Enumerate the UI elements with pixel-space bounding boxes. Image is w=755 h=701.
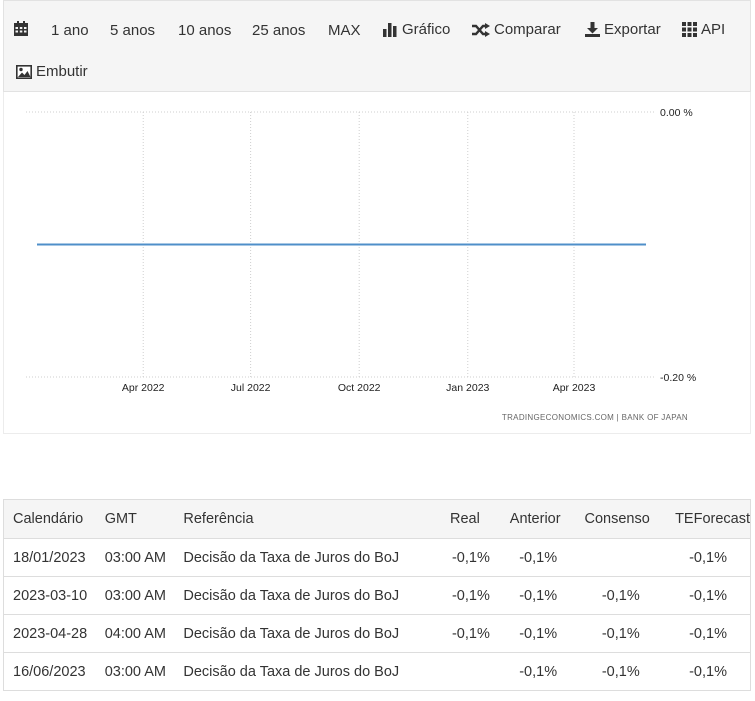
cell-actual: -0,1%	[441, 576, 501, 615]
chart-source-label: TRADINGECONOMICS.COM | BANK OF JAPAN	[502, 413, 688, 422]
cell-previous: -0,1%	[500, 538, 576, 577]
header-actual: Real	[441, 499, 501, 539]
header-reference: Referência	[174, 499, 441, 539]
cell-actual	[441, 652, 501, 691]
cell-consensus: -0,1%	[575, 652, 667, 691]
cell-gmt: 04:00 AM	[95, 614, 175, 653]
x-tick-label: Jan 2023	[446, 382, 489, 394]
table-row: 2023-04-28 04:00 AM Decisão da Taxa de J…	[2, 614, 752, 653]
cell-reference[interactable]: Decisão da Taxa de Juros do BoJ	[174, 538, 441, 577]
api-label: API	[701, 21, 726, 38]
grid-icon	[682, 22, 697, 37]
cell-actual: -0,1%	[441, 538, 501, 577]
chart-panel: 0.00 % -0.20 % Apr 2022 Jul 2022 Oct 2022 Jan…	[3, 92, 751, 434]
cell-teforecast: -0,1%	[666, 652, 752, 691]
cell-reference[interactable]: Decisão da Taxa de Juros do BoJ	[174, 576, 441, 615]
cell-date: 2023-03-10	[2, 576, 96, 615]
export-button[interactable]: Exportar	[585, 21, 661, 38]
cell-consensus: -0,1%	[575, 614, 667, 653]
chart-type-button[interactable]: Gráfico	[383, 21, 450, 38]
chart-toolbar: 1 ano 5 anos 10 anos 25 anos MAX Gráfico…	[3, 0, 751, 92]
calendar-icon	[14, 21, 28, 36]
range-max-button[interactable]: MAX	[328, 22, 361, 39]
header-previous: Anterior	[500, 499, 576, 539]
cell-previous: -0,1%	[500, 614, 576, 653]
x-tick-label: Jul 2022	[231, 382, 271, 394]
cell-teforecast: -0,1%	[666, 614, 752, 653]
header-gmt: GMT	[95, 499, 175, 539]
embed-label: Embutir	[36, 63, 88, 80]
table-row: 2023-03-10 03:00 AM Decisão da Taxa de J…	[2, 576, 752, 615]
cell-gmt: 03:00 AM	[95, 652, 175, 691]
cell-date: 2023-04-28	[2, 614, 96, 653]
x-tick-label: Apr 2022	[122, 382, 165, 394]
download-icon	[585, 22, 600, 37]
line-chart: 0.00 % -0.20 % Apr 2022 Jul 2022 Oct 2022 Jan…	[26, 107, 696, 422]
cell-gmt: 03:00 AM	[95, 538, 175, 577]
cell-consensus	[575, 538, 667, 577]
shuffle-icon	[472, 22, 490, 37]
embed-button[interactable]: Embutir	[16, 63, 88, 80]
cell-reference[interactable]: Decisão da Taxa de Juros do BoJ	[174, 614, 441, 653]
cell-consensus: -0,1%	[575, 576, 667, 615]
cell-previous: -0,1%	[500, 652, 576, 691]
cell-reference[interactable]: Decisão da Taxa de Juros do BoJ	[174, 652, 441, 691]
x-tick-label: Apr 2023	[553, 382, 596, 394]
compare-label: Comparar	[494, 21, 561, 38]
cell-date: 18/01/2023	[2, 538, 96, 577]
cell-teforecast: -0,1%	[666, 576, 752, 615]
image-icon	[16, 64, 32, 79]
table-header-row: Calendário GMT Referência Real Anterior …	[2, 499, 752, 539]
range-10y-button[interactable]: 10 anos	[178, 22, 231, 39]
compare-button[interactable]: Comparar	[472, 21, 561, 38]
header-teforecast: TEForecast	[666, 499, 752, 539]
range-5y-button[interactable]: 5 anos	[110, 22, 155, 39]
cell-teforecast: -0,1%	[666, 538, 752, 577]
x-tick-label: Oct 2022	[338, 382, 381, 394]
table-row: 18/01/2023 03:00 AM Decisão da Taxa de J…	[2, 538, 752, 577]
y-tick-label: 0.00 %	[660, 107, 693, 119]
cell-gmt: 03:00 AM	[95, 576, 175, 615]
chart-type-label: Gráfico	[402, 21, 451, 38]
header-consensus: Consenso	[575, 499, 667, 539]
api-button[interactable]: API	[682, 21, 725, 38]
cell-previous: -0,1%	[500, 576, 576, 615]
calendar-table-panel: Calendário GMT Referência Real Anterior …	[2, 499, 752, 691]
cell-actual: -0,1%	[441, 614, 501, 653]
cell-date: 16/06/2023	[2, 652, 96, 691]
header-date: Calendário	[2, 499, 96, 539]
y-tick-label: -0.20 %	[660, 372, 696, 384]
range-1y-button[interactable]: 1 ano	[51, 22, 89, 39]
bar-chart-icon	[383, 23, 397, 37]
calendar-button[interactable]	[14, 21, 32, 36]
range-25y-button[interactable]: 25 anos	[252, 22, 305, 39]
calendar-table: Calendário GMT Referência Real Anterior …	[2, 499, 752, 691]
export-label: Exportar	[604, 21, 661, 38]
table-row: 16/06/2023 03:00 AM Decisão da Taxa de J…	[2, 652, 752, 691]
